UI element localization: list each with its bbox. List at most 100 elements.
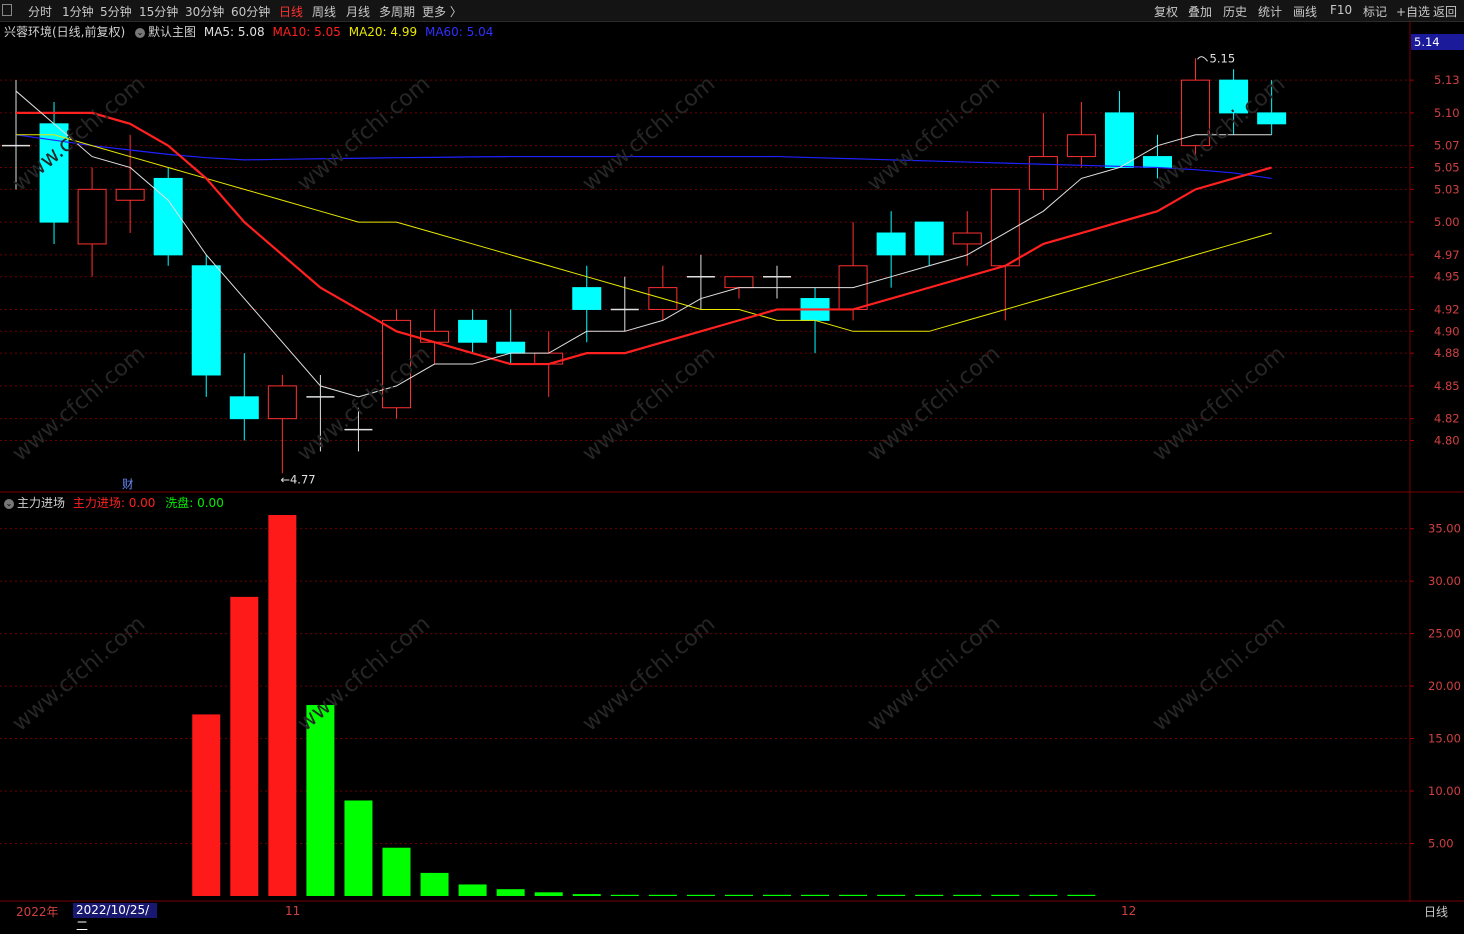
watermark: www.cfchi.com <box>1148 611 1290 736</box>
indicator-tick-label: 35.00 <box>1428 522 1461 536</box>
period-tab-fenshi[interactable]: 分时 <box>28 3 52 20</box>
indicator-tick-label: 15.00 <box>1428 732 1461 746</box>
candle-body <box>724 276 754 289</box>
add-watchlist-button[interactable]: +自选 <box>1396 3 1430 20</box>
candle-body <box>876 232 906 256</box>
candle-body <box>267 385 297 420</box>
period-tab-monthly[interactable]: 月线 <box>346 3 370 20</box>
watermark: www.cfchi.com <box>8 611 150 736</box>
period-tab-15min[interactable]: 15分钟 <box>139 3 178 20</box>
period-tab-1min[interactable]: 1分钟 <box>62 3 94 20</box>
main-force-bar <box>230 596 259 896</box>
period-tab-60min[interactable]: 60分钟 <box>231 3 270 20</box>
period-tab-multi[interactable]: 多周期 <box>379 3 415 20</box>
candle-body <box>115 188 145 201</box>
washout-bar <box>572 894 601 896</box>
candle-body <box>191 265 221 376</box>
back-button[interactable]: 返回 <box>1433 3 1457 20</box>
watermark: www.cfchi.com <box>863 71 1005 196</box>
washout-bar <box>458 884 487 896</box>
price-tick-label: 4.90 <box>1434 324 1460 338</box>
washout-bar <box>953 894 982 896</box>
cursor-date: 2022/10/25/二 <box>73 903 157 933</box>
washout-bar <box>420 872 449 896</box>
watermark: www.cfchi.com <box>578 341 720 466</box>
price-tick-label: 4.95 <box>1434 270 1460 284</box>
price-tick-label: 5.00 <box>1434 215 1460 229</box>
indicator-tick-label: 25.00 <box>1428 627 1461 641</box>
year-label: 2022年 <box>16 905 59 919</box>
price-tick-label: 4.92 <box>1434 302 1460 316</box>
candle-body <box>420 330 450 343</box>
washout-bar <box>801 894 830 896</box>
candle-body <box>77 188 107 245</box>
draw-button[interactable]: 画线 <box>1293 3 1317 20</box>
price-tick-label: 4.88 <box>1434 346 1460 360</box>
kline-chart[interactable]: 5.13 5.10 5.07 5.05 5.03 5.00 4.97 4.95 4.92 4.90… <box>0 22 1464 902</box>
indicator-tick-label: 20.00 <box>1428 679 1461 693</box>
price-tick-label: 4.97 <box>1434 248 1460 262</box>
washout-bar <box>344 800 373 896</box>
period-indicator[interactable]: 日线 <box>1424 903 1448 920</box>
washout-bar <box>1067 894 1096 896</box>
watermark: www.cfchi.com <box>293 611 435 736</box>
indicator-tick-label: 5.00 <box>1428 837 1454 851</box>
main-force-bar <box>192 714 221 896</box>
candle-body <box>496 341 526 354</box>
candle-body <box>153 177 183 256</box>
stats-button[interactable]: 统计 <box>1258 3 1282 20</box>
candle-body <box>572 287 602 310</box>
candle-body <box>229 396 259 420</box>
low-annotation: ←4.77 <box>280 472 315 486</box>
high-annotation: 5.15 <box>1210 51 1236 65</box>
washout-bar <box>496 889 525 896</box>
candle-body <box>1104 112 1134 168</box>
candle-body <box>914 221 944 256</box>
candle-body <box>952 232 982 245</box>
month-mark-12: 12 <box>1121 904 1137 918</box>
washout-bar <box>382 847 411 896</box>
watermark: www.cfchi.com <box>578 71 720 196</box>
date-axis <box>0 902 1410 922</box>
price-tick-label: 4.82 <box>1434 412 1460 426</box>
watermark: www.cfchi.com <box>8 341 150 466</box>
period-tab-daily[interactable]: 日线 <box>279 3 303 20</box>
washout-bar <box>686 894 715 896</box>
high-arrow-icon <box>1197 56 1208 62</box>
watermark: www.cfchi.com <box>293 71 435 196</box>
period-tab-30min[interactable]: 30分钟 <box>185 3 224 20</box>
price-tick-label: 5.13 <box>1434 73 1460 87</box>
price-tick-label: 5.03 <box>1434 182 1460 196</box>
price-tick-label: 5.07 <box>1434 139 1460 153</box>
washout-bar <box>915 894 944 896</box>
month-mark-11: 11 <box>285 904 301 918</box>
candle-body <box>458 319 488 343</box>
watermark: www.cfchi.com <box>863 611 1005 736</box>
current-price-label: 5.14 <box>1414 35 1440 49</box>
watermark: www.cfchi.com <box>1148 341 1290 466</box>
price-tick-label: 5.10 <box>1434 106 1460 120</box>
overlay-button[interactable]: 叠加 <box>1188 3 1212 20</box>
washout-bar <box>877 894 906 896</box>
panel-toggle-icon[interactable] <box>2 4 12 16</box>
f10-button[interactable]: F10 <box>1330 3 1352 17</box>
finance-marker-icon: 财 <box>122 477 134 491</box>
indicator-tick-label: 10.00 <box>1428 784 1461 798</box>
price-tick-label: 4.85 <box>1434 379 1460 393</box>
price-tick-label: 5.05 <box>1434 161 1460 175</box>
fuquan-button[interactable]: 复权 <box>1154 3 1178 20</box>
washout-bar <box>534 892 563 896</box>
candle-body <box>1066 134 1096 158</box>
period-tab-more[interactable]: 更多 〉 <box>422 3 462 20</box>
washout-bar <box>1029 894 1058 896</box>
period-tab-5min[interactable]: 5分钟 <box>100 3 132 20</box>
indicator-tick-label: 30.00 <box>1428 574 1461 588</box>
price-tick-label: 4.80 <box>1434 434 1460 448</box>
washout-bar <box>839 894 868 896</box>
washout-bar <box>610 894 639 896</box>
mark-button[interactable]: 标记 <box>1363 3 1387 20</box>
washout-bar <box>763 894 791 896</box>
history-button[interactable]: 历史 <box>1223 3 1247 20</box>
period-tab-weekly[interactable]: 周线 <box>312 3 336 20</box>
watermark: www.cfchi.com <box>8 71 150 196</box>
